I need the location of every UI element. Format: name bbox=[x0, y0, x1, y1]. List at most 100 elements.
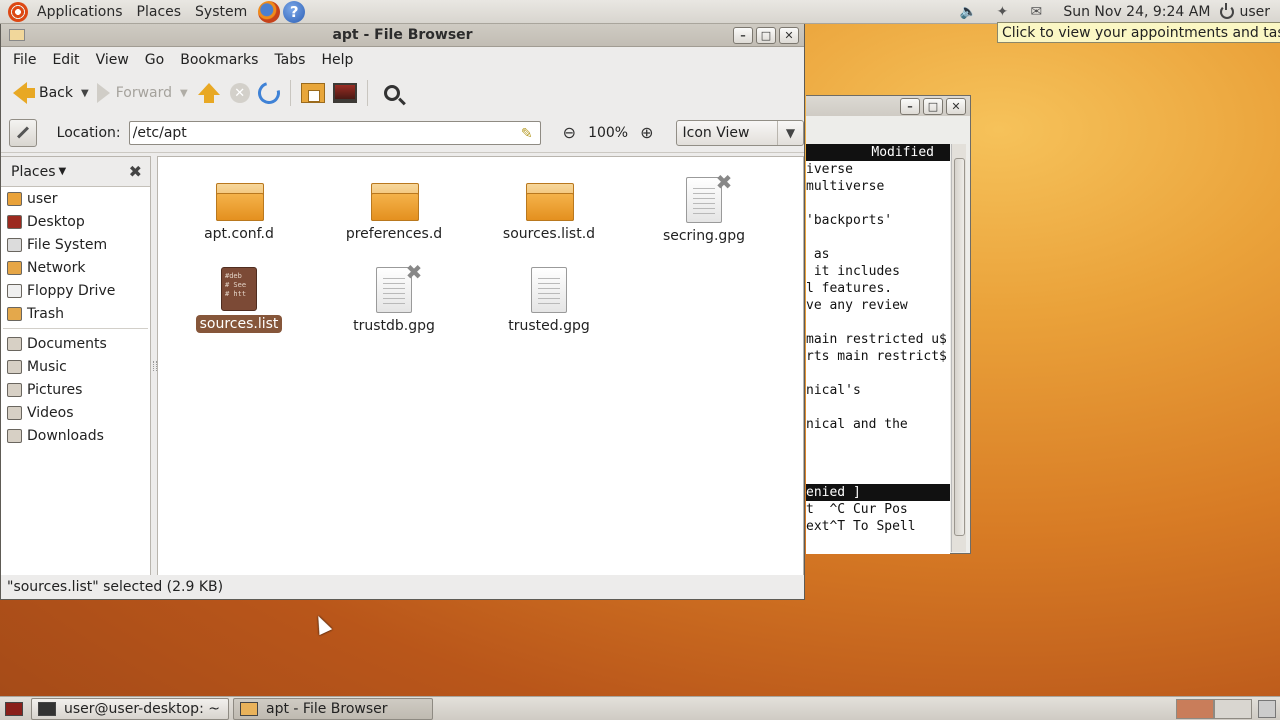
sidebar-item-label: File System bbox=[27, 236, 108, 253]
taskbar-item-file-browser[interactable]: apt - File Browser bbox=[233, 697, 433, 720]
menu-edit[interactable]: Edit bbox=[44, 52, 87, 68]
zoom-in-button[interactable]: ⊕ bbox=[640, 123, 653, 142]
sidebar-item-label: Trash bbox=[27, 305, 64, 322]
minimize-button[interactable]: – bbox=[900, 97, 920, 115]
network-icon[interactable]: ✦ bbox=[991, 3, 1013, 21]
window-folder-icon[interactable] bbox=[9, 29, 25, 41]
sidebar-type-select[interactable]: Places bbox=[11, 164, 56, 180]
sidebar-close-icon[interactable]: ✖ bbox=[129, 162, 142, 181]
menu-file[interactable]: File bbox=[5, 52, 44, 68]
firefox-icon[interactable] bbox=[258, 0, 281, 23]
icon-view[interactable]: apt.conf.d preferences.d sources.list.d … bbox=[157, 156, 804, 576]
unreadable-emblem-icon: ✖ bbox=[405, 260, 423, 284]
mail-icon[interactable]: ✉ bbox=[1025, 3, 1047, 21]
sidebar-item-file-system[interactable]: File System bbox=[1, 233, 150, 256]
sidebar-item-pictures[interactable]: Pictures bbox=[1, 378, 150, 401]
clock-tooltip: Click to view your appointments and task… bbox=[997, 22, 1280, 43]
clock[interactable]: Sun Nov 24, 9:24 AM bbox=[1053, 4, 1220, 20]
location-edit-toggle[interactable] bbox=[9, 118, 37, 147]
terminal-scroll-thumb[interactable] bbox=[954, 158, 965, 536]
stop-button[interactable]: ✕ bbox=[226, 77, 254, 109]
file-browser-window[interactable]: apt - File Browser – □ ✕ File Edit View … bbox=[0, 24, 805, 600]
sidebar-item-label: user bbox=[27, 190, 58, 207]
close-button[interactable]: ✕ bbox=[946, 97, 966, 115]
sidebar-item-desktop[interactable]: Desktop bbox=[1, 210, 150, 233]
file-label: preferences.d bbox=[345, 226, 443, 242]
menu-go[interactable]: Go bbox=[137, 52, 172, 68]
file-label-selected: sources.list bbox=[195, 315, 283, 333]
system-menu[interactable]: System bbox=[188, 0, 254, 24]
user-name: user bbox=[1239, 3, 1270, 20]
back-button[interactable]: Back ▼ bbox=[9, 77, 93, 109]
sidebar-item-label: Downloads bbox=[27, 427, 104, 444]
menu-view[interactable]: View bbox=[88, 52, 137, 68]
maximize-button[interactable]: □ bbox=[923, 97, 943, 115]
sidebar-item-label: Floppy Drive bbox=[27, 282, 116, 299]
terminal-titlebar[interactable]: – □ ✕ bbox=[806, 96, 970, 116]
minimize-button[interactable]: – bbox=[733, 26, 753, 44]
sidebar-item-trash[interactable]: Trash bbox=[1, 302, 150, 325]
menu-bookmarks[interactable]: Bookmarks bbox=[172, 52, 266, 68]
forward-label: Forward bbox=[115, 85, 173, 101]
folder-icon bbox=[526, 181, 574, 221]
chevron-down-icon: ▼ bbox=[777, 120, 803, 145]
file-item-trustdb-gpg[interactable]: ✖ trustdb.gpg bbox=[319, 262, 469, 335]
sidebar-item-videos[interactable]: Videos bbox=[1, 401, 150, 424]
zoom-level[interactable]: 100% bbox=[588, 125, 628, 141]
file-label: sources.list.d bbox=[502, 226, 596, 242]
sidebar-item-downloads[interactable]: Downloads bbox=[1, 424, 150, 447]
close-button[interactable]: ✕ bbox=[779, 26, 799, 44]
home-button[interactable] bbox=[297, 77, 329, 109]
taskbar-item-terminal[interactable]: user@user-desktop: ~ bbox=[31, 697, 229, 720]
file-item-sources-list-d[interactable]: sources.list.d bbox=[474, 181, 624, 243]
file-item-secring-gpg[interactable]: ✖ secring.gpg bbox=[629, 172, 779, 245]
menu-tabs[interactable]: Tabs bbox=[266, 52, 313, 68]
file-label: trusted.gpg bbox=[508, 318, 590, 334]
workspace-1[interactable] bbox=[1176, 698, 1214, 719]
sidebar-item-user[interactable]: user bbox=[1, 187, 150, 210]
ubuntu-logo-icon[interactable] bbox=[8, 1, 28, 22]
places-menu[interactable]: Places bbox=[130, 0, 189, 24]
clear-location-icon[interactable]: ✎ bbox=[521, 126, 535, 142]
help-icon[interactable]: ? bbox=[283, 0, 306, 23]
forward-button[interactable]: Forward ▼ bbox=[93, 77, 192, 109]
file-browser-titlebar[interactable]: apt - File Browser – □ ✕ bbox=[1, 24, 804, 47]
forward-history-dropdown[interactable]: ▼ bbox=[180, 88, 188, 99]
sidebar-item-floppy-drive[interactable]: Floppy Drive bbox=[1, 279, 150, 302]
user-menu[interactable]: user bbox=[1220, 2, 1280, 20]
search-button[interactable] bbox=[374, 77, 404, 109]
volume-icon[interactable]: 🔈 bbox=[957, 3, 979, 21]
terminal-content[interactable]: iverse multiverse 'backports' as it includ… bbox=[806, 144, 950, 554]
menu-help[interactable]: Help bbox=[313, 52, 361, 68]
sidebar-item-documents[interactable]: Documents bbox=[1, 332, 150, 355]
up-button[interactable] bbox=[192, 77, 226, 109]
sidebar-header: Places ▼ ✖ bbox=[1, 157, 150, 187]
location-input[interactable] bbox=[128, 120, 541, 145]
network-folder-icon bbox=[7, 260, 22, 275]
chevron-down-icon[interactable]: ▼ bbox=[59, 166, 67, 177]
trash-applet-icon[interactable] bbox=[1258, 699, 1276, 718]
up-arrow-icon bbox=[196, 83, 222, 103]
sidebar-item-network[interactable]: Network bbox=[1, 256, 150, 279]
view-mode-select[interactable]: Icon View ▼ bbox=[675, 119, 804, 146]
file-item-sources-list[interactable]: #deb # See # htt sources.list bbox=[164, 267, 314, 333]
terminal-line: 'backports' bbox=[806, 213, 893, 228]
zoom-out-button[interactable]: ⊖ bbox=[563, 123, 576, 142]
terminal-line: t ^C Cur Pos bbox=[806, 502, 908, 517]
file-item-trusted-gpg[interactable]: trusted.gpg bbox=[474, 267, 624, 335]
reload-button[interactable] bbox=[253, 77, 284, 109]
applications-menu[interactable]: Applications bbox=[30, 0, 130, 24]
back-history-dropdown[interactable]: ▼ bbox=[81, 88, 89, 99]
file-label: apt.conf.d bbox=[204, 226, 274, 242]
maximize-button[interactable]: □ bbox=[756, 26, 776, 44]
show-desktop-icon[interactable] bbox=[5, 701, 23, 716]
terminal-scrollbar[interactable] bbox=[951, 144, 966, 552]
workspace-2[interactable] bbox=[1214, 698, 1252, 719]
file-item-apt-conf-d[interactable]: apt.conf.d bbox=[164, 181, 314, 243]
home-icon bbox=[7, 191, 22, 206]
terminal-window[interactable]: – □ ✕ iverse multiverse 'backports' as it … bbox=[806, 95, 971, 554]
file-item-preferences-d[interactable]: preferences.d bbox=[319, 181, 469, 243]
sidebar-item-music[interactable]: Music bbox=[1, 355, 150, 378]
computer-button[interactable] bbox=[329, 77, 361, 109]
